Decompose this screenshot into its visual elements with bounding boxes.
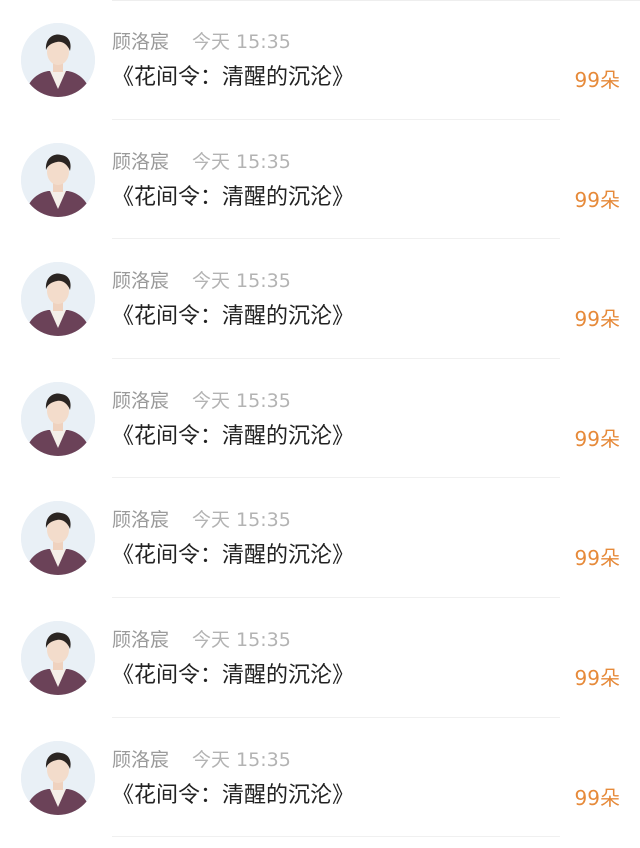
- user-name: 顾洛宸: [112, 150, 170, 173]
- user-avatar-icon: [21, 381, 95, 456]
- user-name: 顾洛宸: [112, 748, 170, 771]
- avatar[interactable]: [21, 142, 95, 217]
- avatar[interactable]: [21, 23, 95, 97]
- user-avatar-icon: [21, 23, 95, 97]
- timestamp: 今天 15:35: [192, 748, 291, 771]
- item-title[interactable]: 《花间令：清醒的沉沦》: [112, 301, 354, 333]
- flower-count: 99朵: [574, 785, 620, 810]
- user-avatar-icon: [21, 501, 95, 576]
- timestamp: 今天 15:35: [192, 628, 291, 651]
- flower-count: 99朵: [574, 68, 620, 92]
- user-name: 顾洛宸: [112, 389, 170, 412]
- flower-count: 99朵: [574, 307, 620, 332]
- item-title[interactable]: 《花间令：清醒的沉沦》: [112, 62, 354, 94]
- list-item[interactable]: 顾洛宸 今天 15:35 《花间令：清醒的沉沦》 99朵: [0, 478, 640, 598]
- list-item[interactable]: 顾洛宸 今天 15:35 《花间令：清醒的沉沦》 99朵: [0, 718, 640, 838]
- gift-list: 顾洛宸 今天 15:35 《花间令：清醒的沉沦》 99朵 顾洛宸 今天 15:3…: [0, 0, 640, 837]
- flower-count: 99朵: [574, 426, 620, 451]
- timestamp: 今天 15:35: [192, 270, 291, 293]
- timestamp: 今天 15:35: [192, 389, 291, 412]
- timestamp: 今天 15:35: [192, 31, 291, 53]
- user-avatar-icon: [21, 142, 95, 217]
- item-title[interactable]: 《花间令：清醒的沉沦》: [112, 182, 354, 214]
- user-avatar-icon: [21, 740, 95, 815]
- timestamp: 今天 15:35: [192, 150, 291, 173]
- user-name: 顾洛宸: [112, 270, 170, 293]
- flower-count: 99朵: [574, 187, 620, 212]
- user-avatar-icon: [21, 620, 95, 695]
- item-title[interactable]: 《花间令：清醒的沉沦》: [112, 421, 354, 453]
- avatar[interactable]: [21, 381, 95, 456]
- flower-count: 99朵: [574, 546, 620, 571]
- list-item[interactable]: 顾洛宸 今天 15:35 《花间令：清醒的沉沦》 99朵: [0, 239, 640, 359]
- list-item[interactable]: 顾洛宸 今天 15:35 《花间令：清醒的沉沦》 99朵: [0, 359, 640, 479]
- user-name: 顾洛宸: [112, 509, 170, 532]
- list-item[interactable]: 顾洛宸 今天 15:35 《花间令：清醒的沉沦》 99朵: [0, 120, 640, 240]
- user-avatar-icon: [21, 262, 95, 337]
- avatar[interactable]: [21, 740, 95, 815]
- list-item[interactable]: 顾洛宸 今天 15:35 《花间令：清醒的沉沦》 99朵: [0, 0, 640, 120]
- timestamp: 今天 15:35: [192, 509, 291, 532]
- item-title[interactable]: 《花间令：清醒的沉沦》: [112, 660, 354, 692]
- item-title[interactable]: 《花间令：清醒的沉沦》: [112, 780, 354, 812]
- flower-count: 99朵: [574, 665, 620, 690]
- item-title[interactable]: 《花间令：清醒的沉沦》: [112, 540, 354, 572]
- avatar[interactable]: [21, 501, 95, 576]
- list-item[interactable]: 顾洛宸 今天 15:35 《花间令：清醒的沉沦》 99朵: [0, 598, 640, 718]
- avatar[interactable]: [21, 262, 95, 337]
- user-name: 顾洛宸: [112, 628, 170, 651]
- user-name: 顾洛宸: [112, 31, 170, 53]
- avatar[interactable]: [21, 620, 95, 695]
